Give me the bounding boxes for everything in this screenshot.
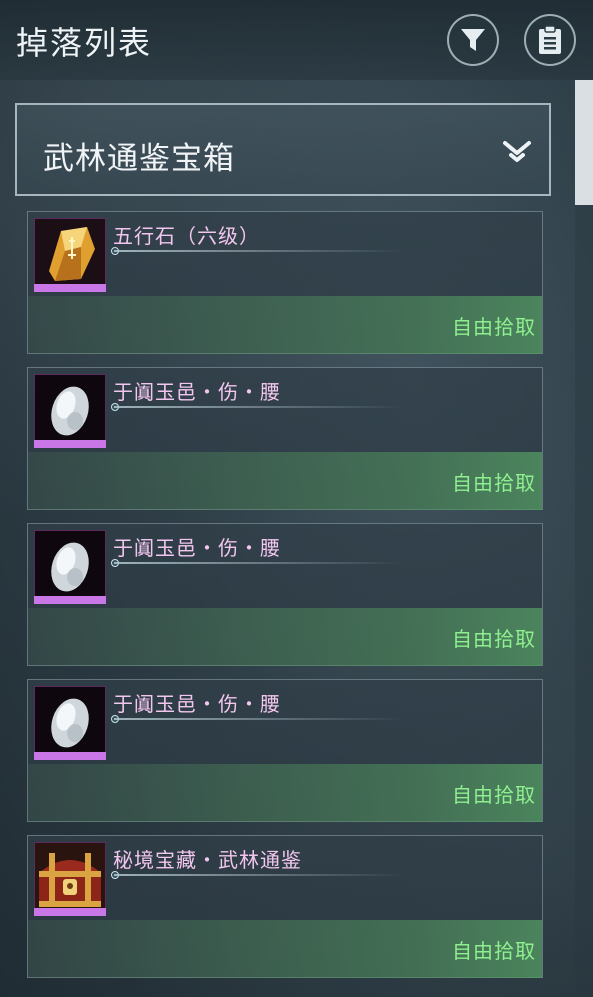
item-thumbnail [34, 686, 106, 758]
item-name: 于阗玉邑・伤・腰 [113, 380, 281, 404]
rarity-bar [34, 596, 106, 604]
rarity-bar [34, 440, 106, 448]
item-footer: 自由拾取 [28, 608, 542, 666]
free-pickup-label[interactable]: 自由拾取 [452, 467, 536, 496]
rarity-bar [34, 908, 106, 916]
item-name: 秘境宝藏・武林通鉴 [113, 848, 302, 872]
white-jade-icon [35, 375, 105, 445]
divider-line [114, 562, 404, 564]
list-item[interactable]: 于阗玉邑・伤・腰 自由拾取 [27, 367, 543, 510]
item-name: 于阗玉邑・伤・腰 [113, 536, 281, 560]
item-name: 五行石（六级） [113, 224, 260, 248]
treasure-chest-icon [35, 843, 105, 913]
yellow-gem-stone-icon [35, 219, 105, 289]
item-footer: 自由拾取 [28, 452, 542, 510]
scrollbar-thumb[interactable] [575, 80, 593, 205]
white-jade-icon [35, 687, 105, 757]
white-jade-icon [35, 531, 105, 601]
dropdown-selected-value: 武林通鉴宝箱 [43, 141, 235, 177]
item-footer: 自由拾取 [28, 920, 542, 978]
item-thumbnail [34, 530, 106, 602]
divider-line [114, 874, 404, 876]
scrollbar-track[interactable] [575, 80, 593, 997]
chest-select-dropdown[interactable]: 武林通鉴宝箱 [15, 103, 551, 196]
rarity-bar [34, 752, 106, 760]
item-name: 于阗玉邑・伤・腰 [113, 692, 281, 716]
free-pickup-label[interactable]: 自由拾取 [452, 623, 536, 652]
item-thumbnail [34, 218, 106, 290]
clipboard-icon [539, 25, 561, 54]
divider-line [114, 406, 404, 408]
list-item[interactable]: 五行石（六级） 自由拾取 [27, 211, 543, 354]
rarity-bar [34, 284, 106, 292]
page-title: 掉落列表 [16, 24, 153, 62]
free-pickup-label[interactable]: 自由拾取 [452, 935, 536, 964]
item-thumbnail [34, 842, 106, 914]
item-footer: 自由拾取 [28, 764, 542, 822]
list-item[interactable]: 于阗玉邑・伤・腰 自由拾取 [27, 679, 543, 822]
free-pickup-label[interactable]: 自由拾取 [452, 311, 536, 340]
free-pickup-label[interactable]: 自由拾取 [452, 779, 536, 808]
list-item[interactable]: 秘境宝藏・武林通鉴 自由拾取 [27, 835, 543, 978]
item-thumbnail [34, 374, 106, 446]
double-chevron-down-icon [503, 141, 531, 162]
header-bar: 掉落列表 [0, 0, 593, 80]
filter-button[interactable] [447, 14, 499, 66]
list-item[interactable]: 于阗玉邑・伤・腰 自由拾取 [27, 523, 543, 666]
filter-icon [461, 29, 485, 51]
clipboard-button[interactable] [524, 14, 576, 66]
item-footer: 自由拾取 [28, 296, 542, 354]
divider-line [114, 250, 404, 252]
divider-line [114, 718, 404, 720]
